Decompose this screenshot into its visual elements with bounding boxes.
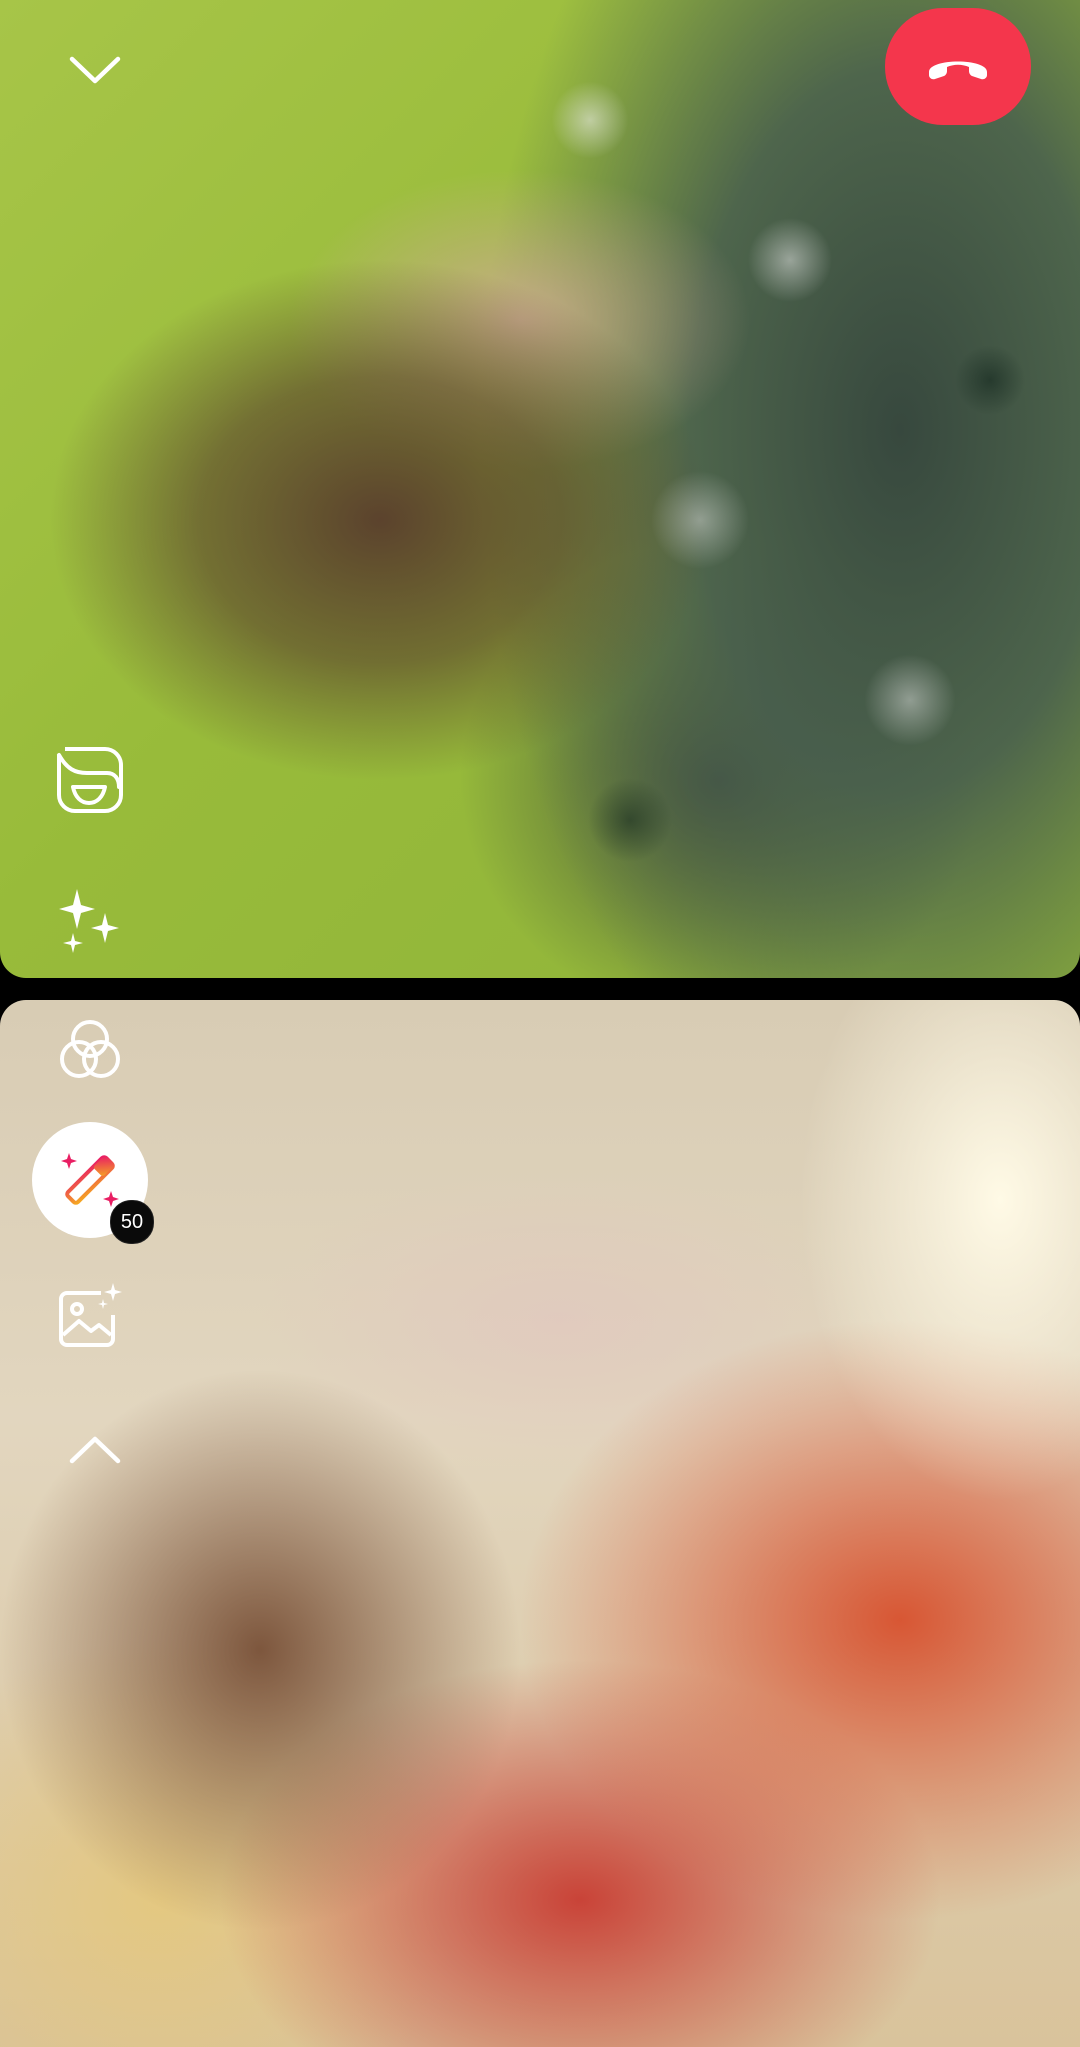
effects-button[interactable] xyxy=(50,880,130,960)
end-call-button[interactable] xyxy=(885,8,1031,125)
self-video-feed[interactable] xyxy=(0,1000,1080,2047)
magic-wand-icon xyxy=(61,1153,119,1207)
color-filters-icon xyxy=(60,1020,120,1078)
avatar-sticker-icon xyxy=(57,747,123,813)
background-button[interactable] xyxy=(50,1276,130,1356)
phone-hang-up-icon xyxy=(929,61,987,79)
remote-video-texture xyxy=(470,0,1080,978)
effects-count-badge: 50 xyxy=(110,1200,154,1244)
sparkles-icon xyxy=(59,889,119,953)
filters-button[interactable] xyxy=(50,1010,130,1090)
image-background-icon xyxy=(59,1283,122,1347)
remote-video-feed[interactable] xyxy=(0,0,1080,978)
chevron-down-icon xyxy=(69,56,121,84)
chevron-up-icon xyxy=(69,1436,121,1464)
avatar-sticker-button[interactable] xyxy=(50,740,130,820)
expand-button[interactable] xyxy=(55,1420,135,1480)
collapse-button[interactable] xyxy=(55,40,135,100)
